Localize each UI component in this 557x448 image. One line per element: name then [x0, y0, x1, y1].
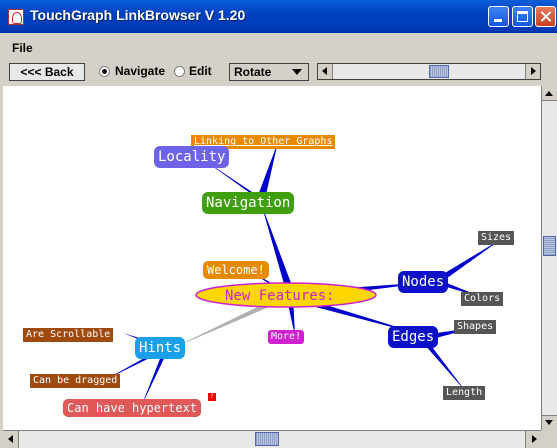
scroll-up-arrow-icon[interactable] [542, 86, 557, 101]
back-button[interactable]: <<< Back [9, 63, 85, 81]
edit-radio-label[interactable]: Edit [189, 64, 212, 78]
vertical-scrollbar-thumb[interactable] [543, 236, 556, 256]
node-edges[interactable]: Edges [388, 326, 439, 348]
scroll-right-arrow-icon[interactable] [525, 64, 540, 79]
menu-bar: File [0, 36, 557, 58]
horizontal-scrollbar[interactable] [3, 430, 541, 448]
node-more[interactable]: More! [268, 330, 305, 344]
node-sizes[interactable]: Sizes [478, 231, 515, 245]
mode-dropdown[interactable]: Rotate [229, 63, 309, 81]
title-bar[interactable]: TouchGraph LinkBrowser V 1.20 [0, 0, 557, 33]
scroll-left-arrow-icon[interactable] [3, 431, 19, 448]
node-hints[interactable]: Hints [135, 337, 186, 359]
edge-navigation-linking [257, 142, 278, 199]
rotate-scrollbar-thumb[interactable] [429, 65, 449, 78]
maximize-button[interactable] [512, 6, 533, 27]
navigate-radio-label[interactable]: Navigate [115, 64, 165, 78]
rotate-scrollbar[interactable] [317, 63, 541, 80]
java-app-icon [8, 9, 24, 25]
node-locality[interactable]: Locality [154, 146, 230, 168]
node-are-scrollable[interactable]: Are Scrollable [23, 328, 114, 342]
mode-dropdown-value: Rotate [234, 65, 272, 79]
vertical-scrollbar[interactable] [541, 86, 557, 430]
node-welcome[interactable]: Welcome! [203, 261, 269, 279]
graph-canvas[interactable]: Linking to Other Graphs Locality Navigat… [3, 86, 541, 430]
node-shapes[interactable]: Shapes [454, 320, 497, 334]
scrollbar-corner [541, 430, 557, 448]
node-length[interactable]: Length [443, 386, 486, 400]
node-can-have-hypertext[interactable]: Can have hypertext [63, 399, 202, 417]
toolbar: <<< Back Navigate Edit Rotate [0, 60, 557, 84]
node-colors[interactable]: Colors [461, 292, 504, 306]
scroll-right-arrow-icon[interactable] [525, 431, 541, 448]
close-button[interactable] [535, 6, 556, 27]
node-navigation[interactable]: Navigation [202, 192, 295, 214]
edit-radio[interactable] [174, 66, 185, 77]
hypertext-indicator-icon[interactable]: ? [208, 393, 216, 401]
node-nodes[interactable]: Nodes [398, 271, 449, 293]
horizontal-scrollbar-thumb[interactable] [255, 432, 279, 446]
window-title: TouchGraph LinkBrowser V 1.20 [30, 7, 246, 23]
navigate-radio[interactable] [99, 66, 110, 77]
minimize-button[interactable] [488, 6, 509, 27]
scroll-left-arrow-icon[interactable] [318, 64, 333, 79]
node-can-be-dragged[interactable]: Can be dragged [30, 374, 121, 388]
chevron-down-icon[interactable] [292, 69, 302, 75]
node-new-features[interactable]: New Features: [225, 287, 335, 305]
menu-file[interactable]: File [12, 41, 33, 55]
scroll-down-arrow-icon[interactable] [542, 415, 557, 430]
